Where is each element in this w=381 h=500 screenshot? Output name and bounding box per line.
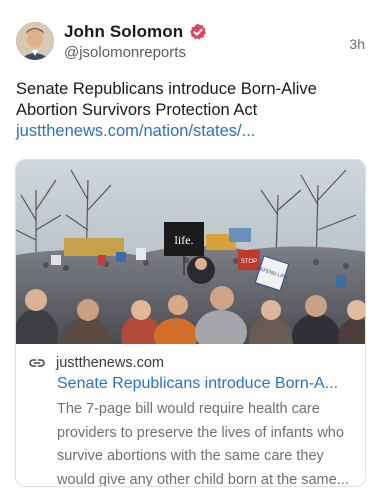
link-description-line: providers to preserve the lives of infan… <box>57 424 344 441</box>
post-card[interactable]: John Solomon @jsolomonreports 3h Senate … <box>0 0 381 500</box>
life-sign-text: life. <box>175 233 194 247</box>
post-link[interactable]: justthenews.com/nation/states/... <box>16 121 365 142</box>
link-domain: justthenews.com <box>56 355 164 371</box>
stop-sign-text: STOP <box>241 259 257 265</box>
link-preview-image[interactable]: life. STOP DEFEND LIFE <box>16 160 365 344</box>
author-name-row: John Solomon <box>64 20 207 44</box>
avatar[interactable] <box>16 22 54 60</box>
link-domain-row: justthenews.com <box>28 354 164 372</box>
link-title[interactable]: Senate Republicans introduce Born-A... <box>57 375 357 393</box>
link-description-line: The 7-page bill would require health car… <box>57 401 320 417</box>
person-avatar-icon <box>16 22 54 60</box>
author-name[interactable]: John Solomon <box>64 22 183 42</box>
link-icon <box>28 354 46 372</box>
post-header: John Solomon @jsolomonreports 3h <box>16 18 365 66</box>
link-preview-body: justthenews.com Senate Republicans intro… <box>16 346 365 487</box>
author-handle[interactable]: @jsolomonreports <box>64 44 186 61</box>
link-description-line: survive abortions with the same care the… <box>57 448 324 464</box>
post-text-line: Abortion Survivors Protection Act <box>16 101 258 119</box>
link-description-line: would give any other child born at the s… <box>57 471 349 487</box>
post-text: Senate Republicans introduce Born-Alive … <box>16 79 365 142</box>
post-text-line: Senate Republicans introduce Born-Alive <box>16 80 317 98</box>
post-timestamp[interactable]: 3h <box>349 36 365 52</box>
verified-badge-icon <box>189 23 207 41</box>
link-preview-card[interactable]: life. STOP DEFEND LIFE justthenews.com S… <box>15 159 366 487</box>
march-crowd-photo: life. STOP DEFEND LIFE <box>16 160 365 344</box>
link-description: The 7-page bill would require health car… <box>57 398 357 487</box>
